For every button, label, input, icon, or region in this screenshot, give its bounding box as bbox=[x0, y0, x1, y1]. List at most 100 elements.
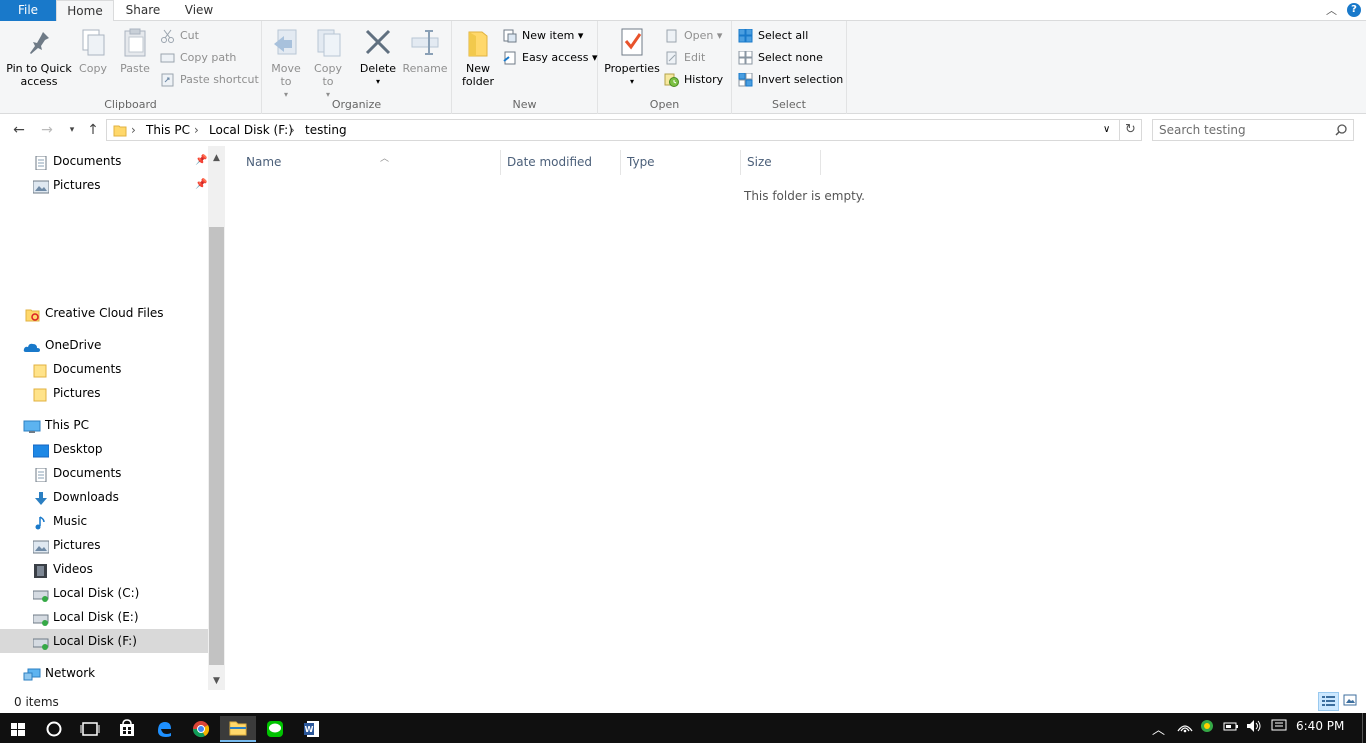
open-button[interactable]: Open ▾ bbox=[664, 26, 722, 46]
computer-icon bbox=[23, 418, 41, 433]
back-arrow-icon[interactable]: ← bbox=[10, 122, 28, 138]
new-item-button[interactable]: New item ▾ bbox=[502, 26, 583, 46]
tab-share[interactable]: Share bbox=[114, 0, 172, 21]
nav-item-this-pc[interactable]: This PC bbox=[0, 413, 208, 437]
show-hidden-icons-icon[interactable]: ︿ bbox=[1152, 719, 1165, 738]
nav-item-local-disk-e[interactable]: Local Disk (E:) bbox=[0, 605, 208, 629]
up-arrow-icon[interactable]: ↑ bbox=[84, 122, 102, 138]
volume-icon[interactable] bbox=[1246, 719, 1262, 737]
nav-item-onedrive[interactable]: OneDrive bbox=[0, 333, 208, 357]
file-list[interactable]: Name ︿ Date modified Type Size This fold… bbox=[225, 146, 1366, 690]
new-folder-icon bbox=[462, 26, 494, 58]
nav-item-downloads[interactable]: Downloads bbox=[0, 485, 208, 509]
nav-item-onedrive-documents[interactable]: Documents bbox=[0, 357, 208, 381]
cut-button[interactable]: Cut bbox=[160, 26, 199, 46]
minimize-ribbon-icon[interactable]: ︿ bbox=[1326, 2, 1337, 18]
tab-home[interactable]: Home bbox=[56, 0, 114, 22]
scroll-thumb[interactable] bbox=[209, 227, 224, 665]
forward-arrow-icon[interactable]: → bbox=[38, 122, 56, 138]
nav-item-music[interactable]: Music bbox=[0, 509, 208, 533]
new-folder-button[interactable]: New folder bbox=[458, 26, 498, 88]
breadcrumb-local-disk-f[interactable]: Local Disk (F:) bbox=[209, 123, 293, 137]
nav-item-label: This PC bbox=[45, 418, 89, 432]
nav-item-pictures[interactable]: Pictures bbox=[0, 533, 208, 557]
properties-button[interactable]: Properties ▾ bbox=[602, 26, 662, 88]
nav-item-documents[interactable]: Documents bbox=[0, 461, 208, 485]
rename-button[interactable]: Rename bbox=[402, 26, 448, 75]
nav-item-network[interactable]: Network bbox=[0, 661, 208, 685]
open-group: Properties ▾ Open ▾ Edit History Open bbox=[598, 21, 732, 114]
copy-button[interactable]: Copy bbox=[76, 26, 110, 75]
chrome-icon[interactable] bbox=[183, 716, 219, 742]
nav-item-desktop[interactable]: Desktop bbox=[0, 437, 208, 461]
scroll-up-icon[interactable]: ▲ bbox=[208, 150, 225, 167]
nav-item-videos[interactable]: Videos bbox=[0, 557, 208, 581]
action-center-icon[interactable] bbox=[1271, 719, 1287, 737]
task-view-icon[interactable] bbox=[72, 716, 108, 742]
cortana-search-icon[interactable] bbox=[36, 716, 72, 742]
nav-item-quick-pictures[interactable]: Pictures 📌 bbox=[0, 173, 208, 197]
copy-path-button[interactable]: Copy path bbox=[160, 48, 236, 68]
open-group-label: Open bbox=[649, 98, 680, 111]
column-header-size[interactable]: Size bbox=[741, 150, 821, 175]
nav-item-creative-cloud-files[interactable]: Creative Cloud Files bbox=[0, 301, 208, 325]
move-to-label: Move to bbox=[271, 62, 301, 88]
edit-button[interactable]: Edit bbox=[664, 48, 705, 68]
large-icons-view-icon[interactable] bbox=[1341, 692, 1362, 711]
new-group-label: New bbox=[512, 98, 537, 111]
tab-view[interactable]: View bbox=[172, 0, 226, 21]
battery-icon[interactable] bbox=[1223, 719, 1239, 737]
new-item-icon bbox=[502, 29, 517, 43]
column-header-name[interactable]: Name ︿ bbox=[240, 150, 501, 175]
copy-to-button[interactable]: Copy to ▾ bbox=[310, 26, 346, 101]
antivirus-tray-icon[interactable] bbox=[1199, 719, 1215, 737]
help-icon[interactable]: ? bbox=[1347, 3, 1361, 17]
search-box[interactable] bbox=[1152, 119, 1354, 141]
select-all-button[interactable]: Select all bbox=[738, 26, 808, 46]
paste-shortcut-button[interactable]: Paste shortcut bbox=[160, 70, 259, 90]
pin-to-quick-access-button[interactable]: Pin to Quick access bbox=[4, 26, 74, 88]
nav-scrollbar[interactable]: ▲ ▼ bbox=[208, 146, 225, 690]
tab-file[interactable]: File bbox=[0, 0, 56, 21]
taskbar-clock[interactable]: 6:40 PM bbox=[1296, 719, 1344, 733]
word-icon[interactable]: W bbox=[294, 716, 330, 742]
invert-selection-label: Invert selection bbox=[758, 73, 844, 86]
move-to-button[interactable]: Move to ▾ bbox=[268, 26, 304, 101]
invert-selection-button[interactable]: Invert selection bbox=[738, 70, 843, 90]
recent-locations-chevron-icon[interactable]: ▾ bbox=[63, 125, 81, 135]
column-header-type[interactable]: Type bbox=[621, 150, 741, 175]
search-input[interactable] bbox=[1159, 120, 1329, 140]
breadcrumb-this-pc[interactable]: This PC bbox=[146, 123, 190, 137]
nav-item-label: Videos bbox=[53, 562, 93, 576]
history-button[interactable]: History bbox=[664, 70, 723, 90]
nav-item-quick-documents[interactable]: Documents 📌 bbox=[0, 149, 208, 173]
breadcrumb-testing[interactable]: testing bbox=[305, 123, 347, 137]
refresh-icon[interactable]: ↻ bbox=[1120, 119, 1142, 141]
address-dropdown-chevron-icon[interactable]: ∨ bbox=[1103, 124, 1110, 135]
details-view-icon[interactable] bbox=[1318, 692, 1339, 711]
easy-access-button[interactable]: Easy access ▾ bbox=[502, 48, 598, 68]
music-note-icon bbox=[33, 514, 49, 530]
line-messenger-icon[interactable] bbox=[257, 716, 293, 742]
file-explorer-icon[interactable] bbox=[220, 716, 256, 742]
store-icon[interactable] bbox=[109, 716, 145, 742]
edge-browser-icon[interactable] bbox=[146, 716, 182, 742]
delete-button[interactable]: Delete ▾ bbox=[358, 26, 398, 88]
windows-start-icon[interactable] bbox=[0, 716, 36, 742]
item-count: 0 items bbox=[14, 695, 59, 709]
history-icon bbox=[664, 73, 679, 87]
network-icon bbox=[23, 666, 41, 681]
paste-button[interactable]: Paste bbox=[116, 26, 154, 75]
scroll-down-icon[interactable]: ▼ bbox=[208, 673, 225, 690]
wifi-icon[interactable] bbox=[1177, 719, 1193, 737]
pinned-icon: 📌 bbox=[195, 179, 208, 190]
address-bar[interactable]: › This PC › Local Disk (F:) › testing ∨ bbox=[106, 119, 1120, 141]
select-none-button[interactable]: Select none bbox=[738, 48, 823, 68]
pictures-icon bbox=[32, 538, 50, 554]
nav-item-local-disk-c[interactable]: Local Disk (C:) bbox=[0, 581, 208, 605]
new-item-label: New item bbox=[522, 29, 575, 42]
nav-item-onedrive-pictures[interactable]: Pictures bbox=[0, 381, 208, 405]
nav-item-local-disk-f[interactable]: Local Disk (F:) bbox=[0, 629, 208, 653]
column-header-date-modified[interactable]: Date modified bbox=[501, 150, 621, 175]
show-desktop-button[interactable] bbox=[1362, 713, 1366, 743]
